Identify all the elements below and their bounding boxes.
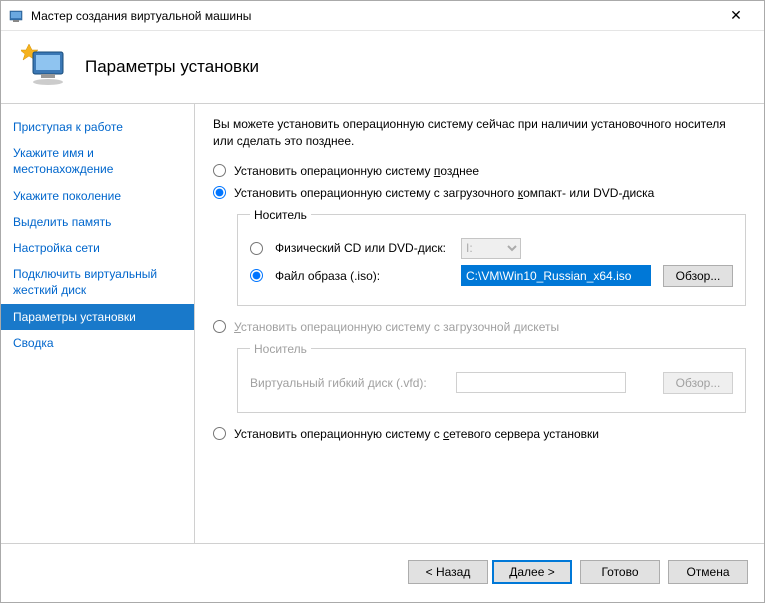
radio-install-network[interactable]: [213, 427, 226, 440]
wizard-footer: < Назад Далее > Готово Отмена: [1, 543, 764, 599]
physical-cd-row: Физический CD или DVD-диск: I:: [250, 238, 733, 259]
wizard-icon: [21, 42, 71, 92]
option-install-floppy[interactable]: Установить операционную систему с загруз…: [213, 320, 746, 334]
floppy-legend: Носитель: [250, 342, 311, 356]
close-button[interactable]: ✕: [716, 2, 756, 30]
intro-text: Вы можете установить операционную систем…: [213, 116, 746, 150]
option-install-cddvd[interactable]: Установить операционную систему с загруз…: [213, 186, 746, 200]
label-iso: Файл образа (.iso):: [275, 269, 455, 283]
media-legend: Носитель: [250, 208, 311, 222]
wizard-steps-sidebar: Приступая к работе Укажите имя и местона…: [1, 104, 195, 543]
wizard-header: Параметры установки: [1, 31, 764, 103]
label-install-later: Установить операционную систему позднее: [234, 164, 479, 178]
page-title: Параметры установки: [85, 57, 259, 77]
browse-vfd-button: Обзор...: [663, 372, 733, 394]
iso-row: Файл образа (.iso): Обзор...: [250, 265, 733, 287]
label-vfd: Виртуальный гибкий диск (.vfd):: [250, 376, 450, 390]
titlebar: Мастер создания виртуальной машины ✕: [1, 1, 764, 31]
window-title: Мастер создания виртуальной машины: [31, 9, 716, 23]
sidebar-item-memory[interactable]: Выделить память: [1, 209, 194, 235]
option-install-network[interactable]: Установить операционную систему с сетево…: [213, 427, 746, 441]
browse-iso-button[interactable]: Обзор...: [663, 265, 733, 287]
radio-install-later[interactable]: [213, 164, 226, 177]
radio-install-cddvd[interactable]: [213, 186, 226, 199]
radio-iso[interactable]: [250, 269, 263, 282]
label-install-floppy: Установить операционную систему с загруз…: [234, 320, 559, 334]
app-icon: [9, 8, 25, 24]
floppy-fieldset: Носитель Виртуальный гибкий диск (.vfd):…: [237, 342, 746, 413]
sidebar-item-install-options[interactable]: Параметры установки: [1, 304, 194, 330]
sidebar-item-getting-started[interactable]: Приступая к работе: [1, 114, 194, 140]
sidebar-item-vhd[interactable]: Подключить виртуальный жесткий диск: [1, 261, 194, 303]
label-install-cddvd: Установить операционную систему с загруз…: [234, 186, 654, 200]
label-install-network: Установить операционную систему с сетево…: [234, 427, 599, 441]
vfd-row: Виртуальный гибкий диск (.vfd): Обзор...: [250, 372, 733, 394]
vfd-path-input: [456, 372, 626, 393]
next-button[interactable]: Далее >: [492, 560, 572, 584]
option-install-later[interactable]: Установить операционную систему позднее: [213, 164, 746, 178]
cancel-button[interactable]: Отмена: [668, 560, 748, 584]
finish-button[interactable]: Готово: [580, 560, 660, 584]
back-button[interactable]: < Назад: [408, 560, 488, 584]
main-panel: Вы можете установить операционную систем…: [195, 104, 764, 543]
drive-select[interactable]: I:: [461, 238, 521, 259]
sidebar-item-summary[interactable]: Сводка: [1, 330, 194, 356]
sidebar-item-generation[interactable]: Укажите поколение: [1, 183, 194, 209]
iso-path-input[interactable]: [461, 265, 651, 286]
radio-physical-cd[interactable]: [250, 242, 263, 255]
radio-install-floppy[interactable]: [213, 320, 226, 333]
label-physical-cd: Физический CD или DVD-диск:: [275, 241, 455, 255]
sidebar-item-network[interactable]: Настройка сети: [1, 235, 194, 261]
sidebar-item-name-location[interactable]: Укажите имя и местонахождение: [1, 140, 194, 182]
media-fieldset: Носитель Физический CD или DVD-диск: I: …: [237, 208, 746, 306]
